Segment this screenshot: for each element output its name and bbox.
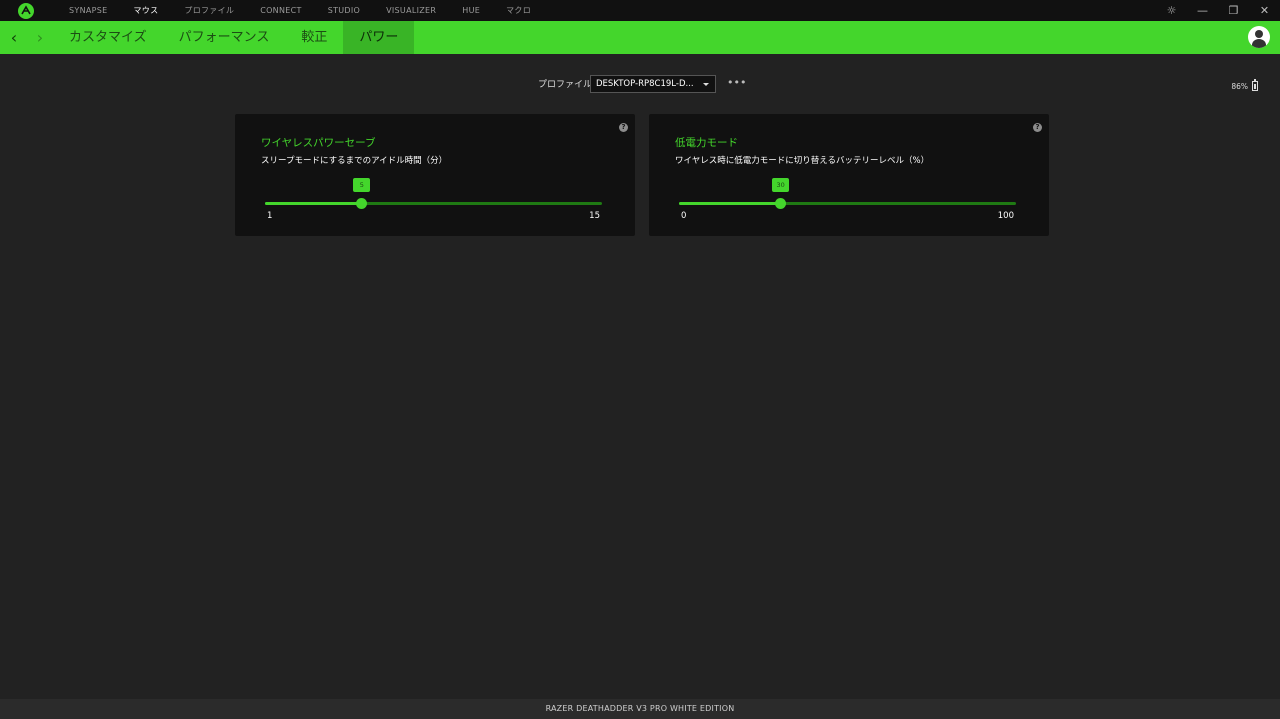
- slider-value-tooltip: 5: [353, 178, 371, 192]
- profile-dropdown[interactable]: DESKTOP-RP8C19L-D...: [590, 75, 716, 93]
- sub-tabs: カスタマイズ パフォーマンス 較正 パワー: [53, 21, 415, 54]
- topnav-mouse[interactable]: マウス: [120, 0, 171, 21]
- topnav-macro[interactable]: マクロ: [493, 0, 544, 21]
- slider-fill: [679, 202, 781, 205]
- slider-thumb[interactable]: [356, 198, 368, 209]
- forward-arrow-icon[interactable]: ›: [30, 21, 50, 54]
- tab-calibration[interactable]: 較正: [285, 21, 343, 54]
- sub-navigation-bar: ‹ › カスタマイズ パフォーマンス 較正 パワー: [0, 21, 1280, 54]
- topnav-visualizer[interactable]: VISUALIZER: [373, 0, 449, 21]
- topnav-profile[interactable]: プロファイル: [171, 0, 247, 21]
- card-title: ワイヤレスパワーセーブ: [261, 137, 376, 149]
- topnav-studio[interactable]: STUDIO: [315, 0, 373, 21]
- help-icon[interactable]: ?: [619, 123, 628, 132]
- battery-level-slider[interactable]: 30: [679, 178, 1016, 209]
- close-button[interactable]: ✕: [1249, 0, 1280, 21]
- sleep-time-slider[interactable]: 5: [265, 178, 602, 209]
- low-power-mode-card: ? 低電力モード ワイヤレス時に低電力モードに切り替えるバッテリーレベル（%） …: [649, 114, 1049, 236]
- card-description: ワイヤレス時に低電力モードに切り替えるバッテリーレベル（%）: [675, 156, 930, 166]
- title-bar: SYNAPSE マウス プロファイル CONNECT STUDIO VISUAL…: [0, 0, 1280, 21]
- chevron-down-icon: [703, 83, 709, 86]
- more-options-icon[interactable]: •••: [727, 77, 746, 89]
- slider-min-label: 0: [681, 211, 687, 221]
- restore-button[interactable]: ❐: [1218, 0, 1249, 21]
- tab-customize[interactable]: カスタマイズ: [53, 21, 163, 54]
- topnav-connect[interactable]: CONNECT: [247, 0, 314, 21]
- tab-performance[interactable]: パフォーマンス: [163, 21, 286, 54]
- slider-thumb[interactable]: [775, 198, 787, 209]
- slider-min-label: 1: [267, 211, 273, 221]
- user-avatar-icon[interactable]: [1248, 26, 1270, 48]
- topnav-synapse[interactable]: SYNAPSE: [56, 0, 120, 21]
- device-name-footer: RAZER DEATHADDER V3 PRO WHITE EDITION: [0, 699, 1280, 719]
- battery-icon: [1252, 79, 1258, 91]
- settings-gear-icon[interactable]: ☼: [1156, 0, 1187, 21]
- profile-dropdown-value: DESKTOP-RP8C19L-D...: [596, 79, 694, 89]
- tab-power[interactable]: パワー: [343, 21, 415, 54]
- razer-logo-icon[interactable]: [18, 3, 34, 19]
- minimize-button[interactable]: —: [1187, 0, 1218, 21]
- slider-max-label: 100: [997, 211, 1014, 221]
- wireless-power-save-card: ? ワイヤレスパワーセーブ スリープモードにするまでのアイドル時間（分） 5 1…: [235, 114, 635, 236]
- slider-value-tooltip: 30: [772, 178, 790, 192]
- topnav-hue[interactable]: HUE: [449, 0, 493, 21]
- slider-fill: [265, 202, 362, 205]
- top-navigation: SYNAPSE マウス プロファイル CONNECT STUDIO VISUAL…: [56, 0, 544, 21]
- battery-indicator: 86%: [1231, 79, 1258, 91]
- profile-label: プロファイル: [538, 80, 593, 90]
- back-arrow-icon[interactable]: ‹: [4, 21, 24, 54]
- help-icon[interactable]: ?: [1033, 123, 1042, 132]
- card-description: スリープモードにするまでのアイドル時間（分）: [261, 156, 448, 166]
- slider-max-label: 15: [589, 211, 600, 221]
- window-controls: ☼ — ❐ ✕: [1156, 0, 1280, 21]
- card-title: 低電力モード: [675, 137, 738, 149]
- battery-percentage: 86%: [1231, 81, 1248, 91]
